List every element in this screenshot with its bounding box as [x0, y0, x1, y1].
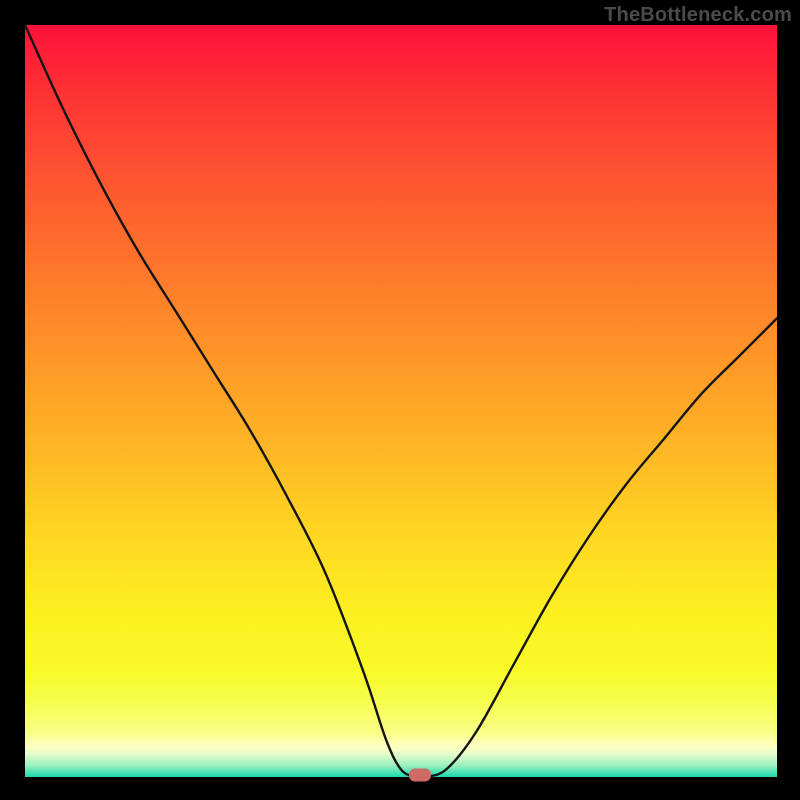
watermark-text: TheBottleneck.com — [604, 4, 792, 27]
curve-svg — [25, 25, 777, 777]
optimal-marker — [409, 768, 431, 781]
bottleneck-chart: TheBottleneck.com — [0, 0, 800, 800]
bottleneck-curve-path — [25, 25, 777, 777]
plot-area — [25, 25, 777, 777]
